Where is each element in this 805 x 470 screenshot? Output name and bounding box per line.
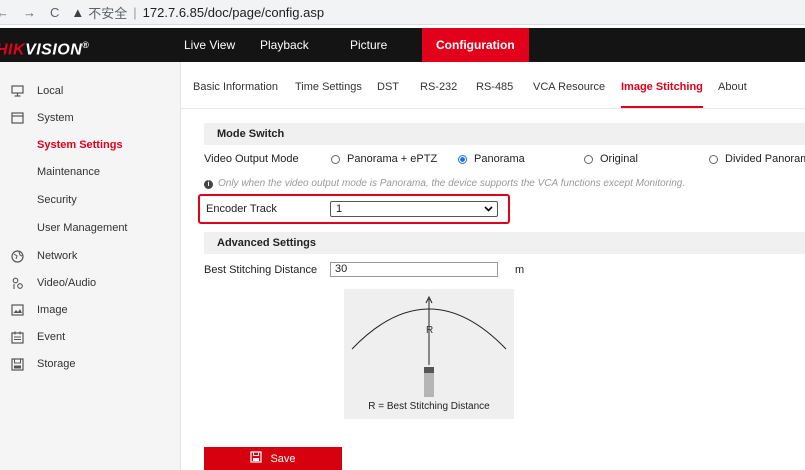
url-text[interactable]: 172.7.6.85/doc/page/config.asp — [143, 5, 324, 20]
info-icon: i — [204, 180, 213, 189]
best-stitching-distance-label: Best Stitching Distance — [204, 264, 318, 276]
sidebar-item-label: System Settings — [37, 139, 123, 151]
sidebar-item-label: Network — [37, 250, 78, 262]
warning-icon[interactable]: ▲ — [71, 5, 84, 20]
save-label: Save — [270, 452, 296, 465]
section-title: Mode Switch — [217, 128, 285, 140]
encoder-track-value: 1 — [336, 203, 343, 215]
chevron-down-icon — [484, 202, 493, 220]
radio-circle-icon — [709, 154, 718, 164]
url-separator: | — [133, 4, 137, 20]
save-icon — [250, 451, 263, 466]
advanced-settings-header: Advanced Settings — [204, 232, 805, 254]
sidebar-item-system-settings[interactable]: System Settings — [0, 132, 180, 158]
nav-configuration[interactable]: Configuration — [422, 28, 529, 62]
note-text: Only when the video output mode is Panor… — [218, 178, 686, 189]
radio-divided-panorama[interactable]: Divided Panorama — [709, 153, 805, 165]
mode-switch-header: Mode Switch — [204, 123, 805, 145]
nav-playback[interactable]: Playback — [256, 28, 324, 62]
encoder-track-select[interactable]: 1 — [330, 201, 498, 217]
video-audio-icon — [10, 276, 24, 290]
monitor-icon — [10, 84, 24, 98]
sidebar-item-label: User Management — [37, 222, 128, 234]
insecure-label[interactable]: 不安全 — [88, 3, 127, 22]
radio-panorama[interactable]: Panorama — [458, 153, 525, 165]
browser-address-bar: ← → C ▲ 不安全 | 172.7.6.85/doc/page/config… — [0, 0, 805, 25]
storage-icon — [10, 357, 24, 371]
best-stitching-distance-input[interactable]: 30 — [330, 262, 498, 277]
sidebar-item-label: Storage — [37, 358, 76, 370]
system-icon — [10, 111, 24, 125]
stitching-arc-illustration — [351, 295, 507, 397]
sidebar: Local System System Settings Maintenance… — [0, 62, 181, 470]
sidebar-item-label: Event — [37, 331, 66, 343]
diagram-radius-label: R — [426, 325, 434, 336]
top-bar: HIKVISION® Live View Playback Picture Co… — [0, 28, 805, 62]
sidebar-item-label: Local — [37, 85, 64, 97]
vca-note: i Only when the video output mode is Pano… — [204, 178, 685, 189]
tab-dst[interactable]: DST — [377, 62, 399, 108]
tab-time-settings[interactable]: Time Settings — [295, 62, 362, 108]
sidebar-item-image[interactable]: Image — [0, 297, 180, 323]
sidebar-item-system[interactable]: System — [0, 105, 180, 131]
radio-circle-icon — [584, 154, 593, 164]
encoder-track-label: Encoder Track — [206, 203, 277, 215]
network-icon — [10, 249, 24, 263]
sidebar-item-storage[interactable]: Storage — [0, 351, 180, 377]
back-icon[interactable]: ← — [0, 5, 9, 20]
main-nav: Live View Playback Picture Configuration — [168, 28, 529, 62]
tab-image-stitching[interactable]: Image Stitching — [621, 62, 703, 108]
sidebar-item-user-management[interactable]: User Management — [0, 215, 180, 241]
subtab-bar: Basic Information Time Settings DST RS-2… — [181, 62, 805, 109]
radio-circle-icon — [331, 154, 340, 164]
image-icon — [10, 303, 24, 317]
forward-icon[interactable]: → — [23, 5, 36, 20]
save-button[interactable]: Save — [204, 447, 342, 470]
sidebar-item-video-audio[interactable]: Video/Audio — [0, 270, 180, 296]
tab-vca-resource[interactable]: VCA Resource — [533, 62, 605, 108]
radio-original[interactable]: Original — [584, 153, 638, 165]
sidebar-item-network[interactable]: Network — [0, 243, 180, 269]
diagram-caption: R = Best Stitching Distance — [368, 401, 490, 412]
sidebar-item-maintenance[interactable]: Maintenance — [0, 159, 180, 185]
nav-picture[interactable]: Picture — [324, 28, 402, 62]
event-icon — [10, 330, 24, 344]
sidebar-item-event[interactable]: Event — [0, 324, 180, 350]
sidebar-item-label: System — [37, 112, 74, 124]
hikvision-logo: HIKVISION® — [0, 40, 90, 59]
tab-rs-232[interactable]: RS-232 — [420, 62, 457, 108]
tab-rs-485[interactable]: RS-485 — [476, 62, 513, 108]
sidebar-item-label: Security — [37, 194, 77, 206]
radio-panorama-eptz[interactable]: Panorama + ePTZ — [331, 153, 437, 165]
tab-about[interactable]: About — [718, 62, 747, 108]
nav-live-view[interactable]: Live View — [168, 28, 256, 62]
section-title: Advanced Settings — [217, 237, 317, 249]
video-output-mode-label: Video Output Mode — [204, 153, 299, 165]
sidebar-item-label: Image — [37, 304, 68, 316]
radio-selected-icon — [458, 154, 467, 164]
browser-nav: ← → C — [0, 5, 59, 20]
sidebar-item-local[interactable]: Local — [0, 78, 180, 104]
sidebar-item-security[interactable]: Security — [0, 187, 180, 213]
stitching-distance-diagram: R R = Best Stitching Distance — [344, 289, 514, 419]
sidebar-item-label: Maintenance — [37, 166, 100, 178]
distance-unit: m — [515, 264, 525, 276]
reload-icon[interactable]: C — [50, 5, 59, 20]
sidebar-item-label: Video/Audio — [37, 277, 97, 289]
tab-basic-information[interactable]: Basic Information — [193, 62, 278, 108]
